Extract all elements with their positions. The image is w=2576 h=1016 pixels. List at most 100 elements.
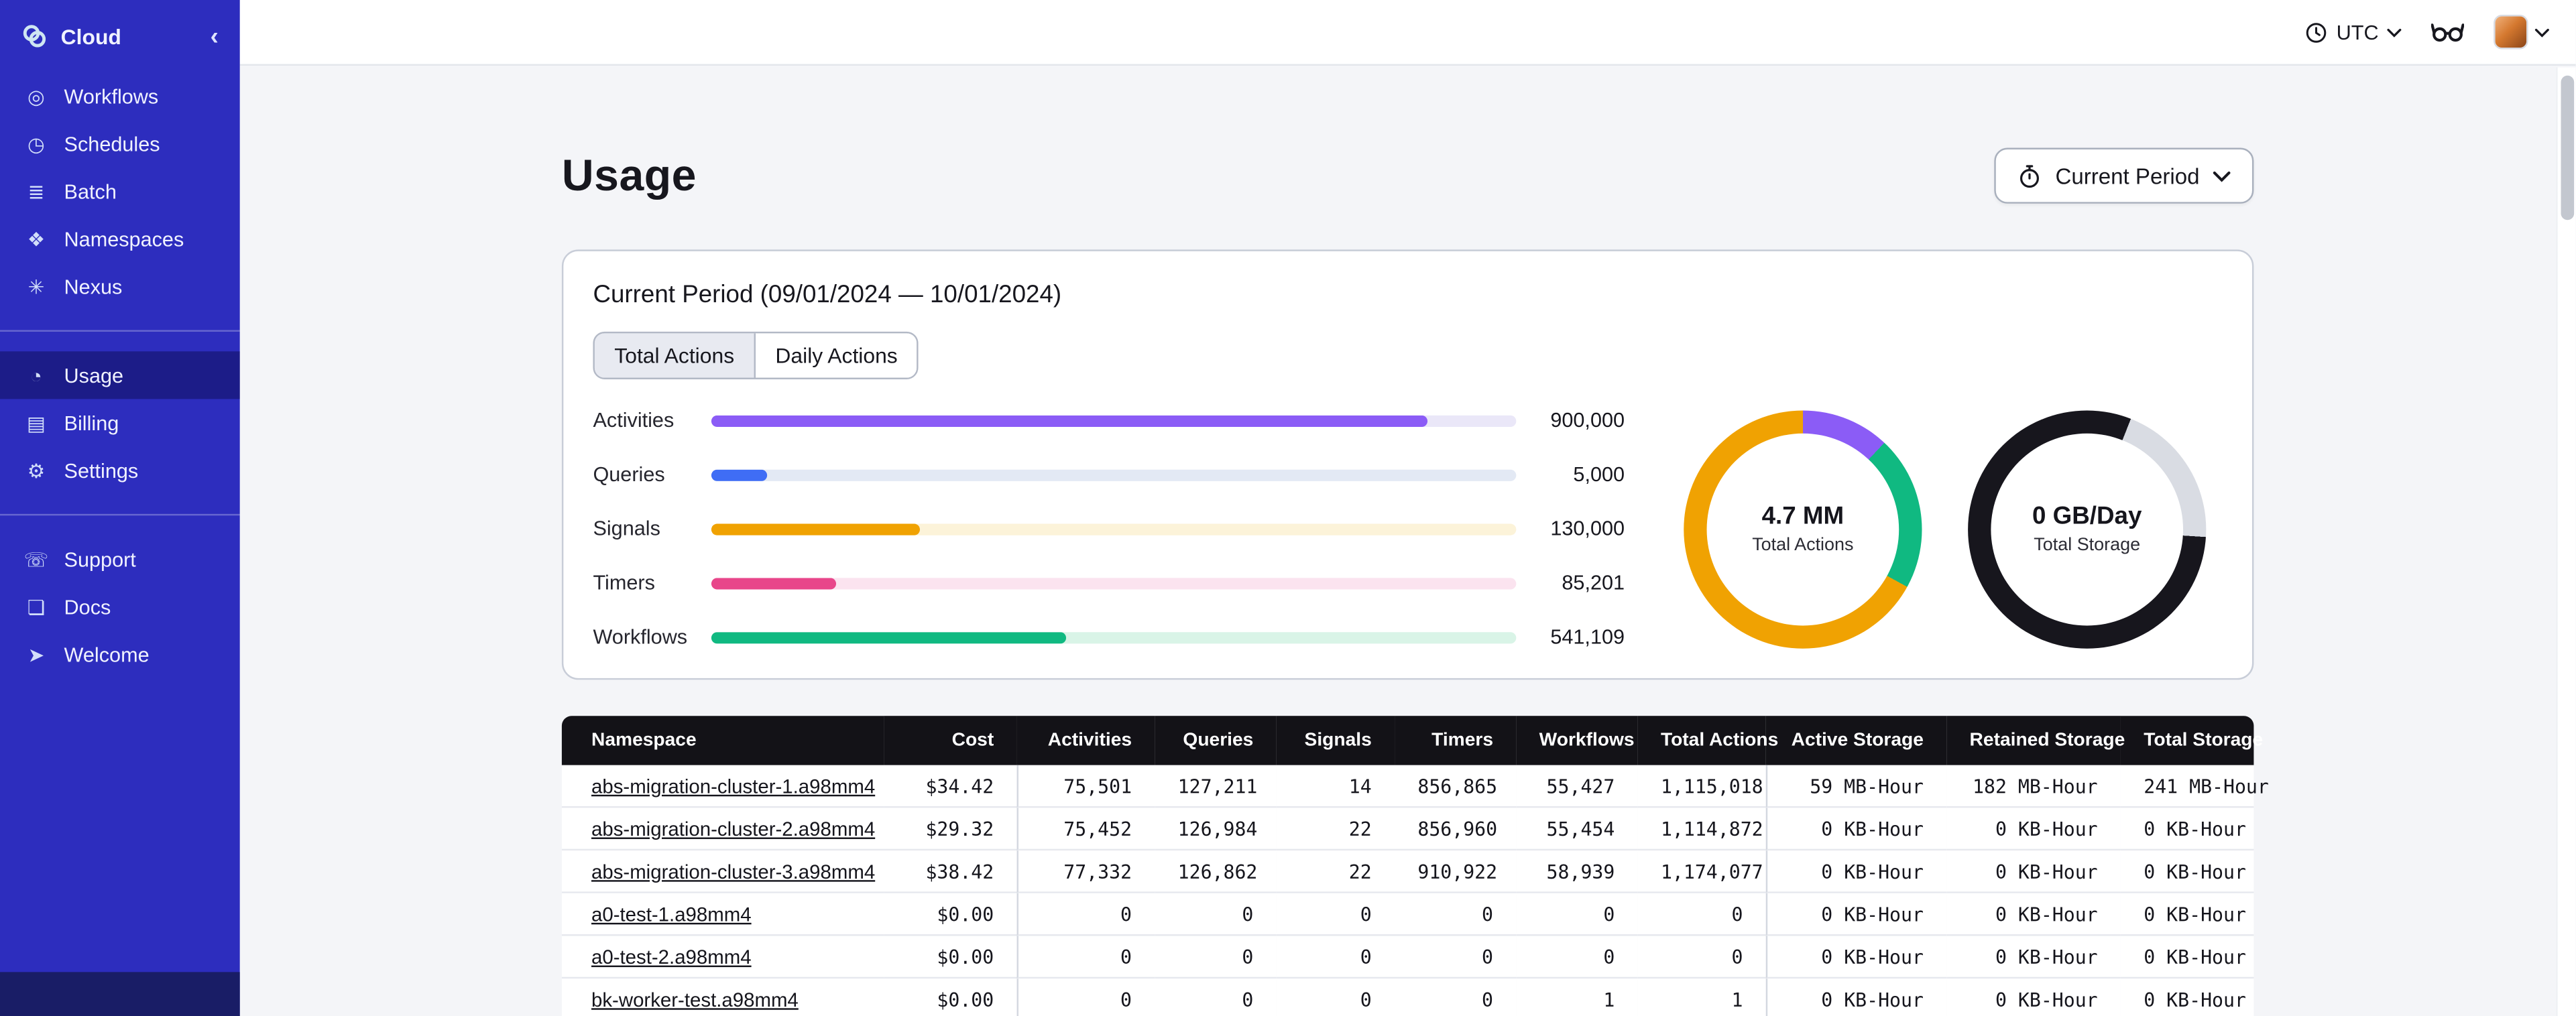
table-cell: 0 KB-Hour (2120, 850, 2254, 893)
sidebar-item-usage[interactable]: ◔ Usage (0, 351, 240, 399)
usage-bar-row-queries: Queries 5,000 (593, 463, 1625, 486)
table-cell: 58,939 (1516, 850, 1638, 893)
sidebar-divider (0, 513, 240, 516)
usage-icon: ◔ (30, 363, 42, 387)
sidebar-item-namespaces[interactable]: ❖ Namespaces (0, 215, 240, 263)
sidebar-collapse-icon[interactable]: ‹ (205, 24, 223, 49)
column-header-namespace: Namespace (561, 716, 884, 765)
namespace-link[interactable]: abs-migration-cluster-3.a98mm4 (591, 860, 875, 883)
user-menu[interactable] (2494, 15, 2549, 50)
sidebar-item-billing[interactable]: ▤ Billing (0, 399, 240, 446)
column-header-retained-storage: Retained Storage (1946, 716, 2125, 765)
sidebar-item-workflows[interactable]: ◎ Workflows (0, 72, 240, 120)
nexus-icon: ✳ (27, 275, 45, 298)
table-cell: 0 (1016, 893, 1155, 936)
bar-fill (711, 577, 836, 589)
table-cell: 14 (1276, 765, 1395, 808)
namespace-link[interactable]: a0-test-2.a98mm4 (591, 945, 752, 968)
bar-label: Activities (593, 409, 675, 432)
namespace-usage-table: Namespace Cost Activities Queries Signals Tim… (561, 716, 2269, 1016)
sidebar-nav-footer: ☏ Support ❏ Docs ➤ Welcome (0, 535, 240, 678)
table-cell: 0 KB-Hour (2120, 893, 2254, 936)
sidebar-item-label: Billing (64, 411, 119, 435)
table-cell: 22 (1276, 808, 1395, 851)
usage-charts: Activities 900,000 Queries 5,000 Signals 130,… (593, 409, 2222, 649)
usage-summary-card: Current Period (09/01/2024 — 10/01/2024)… (561, 249, 2254, 680)
bar-track (711, 468, 1517, 481)
table-cell: 0 (1155, 978, 1277, 1016)
welcome-icon: ➤ (27, 643, 45, 666)
tab-total-actions[interactable]: Total Actions (594, 333, 754, 378)
table-cell: 1 (1516, 978, 1638, 1016)
namespace-link[interactable]: abs-migration-cluster-2.a98mm4 (591, 817, 875, 840)
app-window: Cloud ‹ ◎ Workflows ◷ Schedules ≣ Batch ❖ Names… (0, 0, 2576, 1016)
sidebar-item-settings[interactable]: ⚙ Settings (0, 446, 240, 494)
temporal-logo-icon (21, 23, 48, 49)
usage-bar-row-activities: Activities 900,000 (593, 409, 1625, 432)
table-cell: 1,174,077 (1637, 850, 1766, 893)
sidebar-item-label: Usage (64, 363, 124, 387)
table-cell: 0 (1637, 936, 1766, 979)
column-header-signals: Signals (1276, 716, 1395, 765)
namespace-cell: abs-migration-cluster-2.a98mm4 (561, 808, 884, 851)
timezone-selector[interactable]: UTC (2305, 21, 2402, 44)
reader-glasses-icon[interactable] (2431, 21, 2464, 43)
total-storage-value: 0 GB/Day (2032, 502, 2142, 531)
table-cell: $0.00 (884, 978, 1017, 1016)
bar-label: Workflows (593, 625, 688, 649)
workflows-icon: ◎ (27, 84, 45, 108)
docs-icon: ❏ (27, 595, 46, 619)
table-cell: $0.00 (884, 936, 1017, 979)
bar-value: 85,201 (1562, 571, 1625, 594)
table-cell: 0 (1516, 893, 1638, 936)
usage-bar-row-timers: Timers 85,201 (593, 572, 1625, 594)
column-header-total-actions: Total Actions (1637, 716, 1778, 765)
period-selector-button[interactable]: Current Period (1994, 147, 2254, 204)
sidebar-nav-account: ◔ Usage ▤ Billing ⚙ Settings (0, 351, 240, 494)
sidebar: Cloud ‹ ◎ Workflows ◷ Schedules ≣ Batch ❖ Names… (0, 0, 240, 1016)
table-cell: 75,501 (1016, 765, 1155, 808)
namespace-link[interactable]: bk-worker-test.a98mm4 (591, 988, 799, 1011)
page-title: Usage (561, 150, 697, 200)
bar-value: 900,000 (1550, 409, 1625, 432)
total-actions-donut: 4.7 MM Total Actions (1684, 409, 1922, 648)
namespace-cell: bk-worker-test.a98mm4 (561, 978, 884, 1016)
tab-daily-actions[interactable]: Daily Actions (754, 333, 918, 378)
table-cell: 126,984 (1155, 808, 1277, 851)
namespaces-icon: ❖ (27, 227, 46, 251)
bar-track (711, 631, 1517, 643)
page-content: Usage Current Period Current Period (09/… (240, 66, 2576, 1016)
table-cell: 55,427 (1516, 765, 1638, 808)
table-cell: 0 (1395, 936, 1517, 979)
sidebar-item-docs[interactable]: ❏ Docs (0, 583, 240, 631)
bar-label: Queries (593, 462, 665, 487)
namespace-link[interactable]: a0-test-1.a98mm4 (591, 902, 752, 925)
chevron-down-icon (2534, 27, 2549, 37)
sidebar-item-welcome[interactable]: ➤ Welcome (0, 631, 240, 678)
sidebar-brand[interactable]: Cloud ‹ (0, 0, 240, 72)
table-cell: 75,452 (1016, 808, 1155, 851)
sidebar-item-support[interactable]: ☏ Support (0, 535, 240, 583)
table-cell: 0 KB-Hour (1765, 936, 1947, 979)
sidebar-item-schedules[interactable]: ◷ Schedules (0, 120, 240, 168)
sidebar-item-label: Schedules (64, 132, 160, 155)
scrollbar-thumb[interactable] (2561, 75, 2575, 220)
table-cell: 0 (1016, 936, 1155, 979)
sidebar-item-batch[interactable]: ≣ Batch (0, 168, 240, 215)
table-cell: 0 (1155, 893, 1277, 936)
table-cell: 0 KB-Hour (1946, 850, 2121, 893)
table-cell: 0 (1395, 893, 1517, 936)
table-cell: $29.32 (884, 808, 1017, 851)
namespace-link[interactable]: abs-migration-cluster-1.a98mm4 (591, 774, 875, 797)
user-avatar-image (2494, 15, 2528, 50)
bar-track (711, 414, 1517, 426)
namespace-cell: abs-migration-cluster-3.a98mm4 (561, 850, 884, 893)
namespace-cell: abs-migration-cluster-1.a98mm4 (561, 765, 884, 808)
sidebar-item-label: Settings (64, 458, 139, 483)
timezone-label: UTC (2336, 20, 2379, 44)
actions-view-tabs: Total Actions Daily Actions (593, 331, 919, 379)
bar-fill (711, 523, 921, 535)
table-cell: 59 MB-Hour (1765, 765, 1947, 808)
sidebar-item-nexus[interactable]: ✳ Nexus (0, 263, 240, 310)
support-icon: ☏ (23, 548, 49, 571)
